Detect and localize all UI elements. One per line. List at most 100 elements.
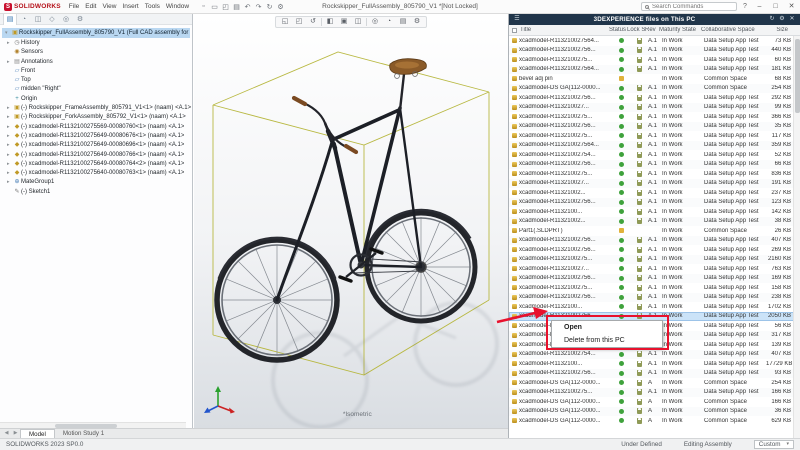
- configurationmanager-tab-icon[interactable]: ◫: [31, 14, 45, 25]
- tab-scroll-right-icon[interactable]: ▶: [11, 429, 20, 438]
- file-row[interactable]: xcadmodel-R11321002756...A.1In WorkData …: [509, 245, 794, 255]
- file-row[interactable]: xcadmodel-R11321002754...A.1In WorkData …: [509, 350, 794, 360]
- view-settings-icon[interactable]: ⚙: [410, 16, 424, 28]
- column-header-status[interactable]: Status: [609, 27, 627, 33]
- tree-item[interactable]: ▸▤Annotations: [0, 58, 192, 67]
- file-row[interactable]: xcadmodel-R1132100...A.1In WorkData Setu…: [509, 359, 794, 369]
- undo-icon[interactable]: ↶: [242, 3, 253, 11]
- column-header-collaborative-space[interactable]: Collaborative Space: [701, 27, 763, 33]
- save-icon[interactable]: ◰: [220, 3, 231, 11]
- column-header-title[interactable]: Title: [520, 27, 609, 33]
- column-header-maturity-state[interactable]: Maturity State: [659, 27, 701, 33]
- open-document-icon[interactable]: ▭: [209, 3, 220, 11]
- file-row[interactable]: xcadmodel-R113210027...A.1In WorkData Se…: [509, 179, 794, 189]
- edit-appearance-icon[interactable]: ◔: [382, 16, 396, 28]
- tree-item[interactable]: ▸⊕MateGroup1: [0, 178, 192, 187]
- dimxpert-tab-icon[interactable]: ◇: [45, 14, 59, 25]
- file-row[interactable]: xcadmodel-R11321002756...A.1In WorkData …: [509, 369, 794, 379]
- close-button[interactable]: ✕: [785, 0, 798, 13]
- help-button[interactable]: ?: [740, 3, 750, 10]
- file-row[interactable]: xcadmodel-DS GA(112-0000...AIn WorkCommo…: [509, 407, 794, 417]
- file-row[interactable]: xcadmodel-R1132100275...A.1In WorkData S…: [509, 112, 794, 122]
- options-icon[interactable]: ⚙: [275, 3, 286, 11]
- search-input[interactable]: [652, 4, 724, 10]
- file-row[interactable]: xcadmodel-R11321002754...A.1In WorkData …: [509, 150, 794, 160]
- redo-icon[interactable]: ↷: [253, 3, 264, 11]
- file-row[interactable]: xcadmodel-DS GA(112-0000...AIn WorkCommo…: [509, 397, 794, 407]
- file-row[interactable]: xcadmodel-R11321002756...A.1In WorkData …: [509, 293, 794, 303]
- previous-view-icon[interactable]: ↺: [306, 16, 320, 28]
- new-document-icon[interactable]: ▫: [198, 3, 209, 11]
- file-row[interactable]: xcadmodel-R11321002756...A.1In WorkData …: [509, 236, 794, 246]
- tree-item[interactable]: ▸◆(-) xcadmodel-R1132100275649-00080676<…: [0, 132, 192, 141]
- view-orientation-icon[interactable]: ▣: [337, 16, 351, 28]
- displaymanager-tab-icon[interactable]: ◎: [59, 14, 73, 25]
- zoom-fit-icon[interactable]: ◱: [278, 16, 292, 28]
- panel-close-icon[interactable]: ✕: [787, 14, 797, 25]
- file-row[interactable]: xcadmodel-R1132100...A.1In WorkData Setu…: [509, 302, 794, 312]
- file-row[interactable]: xcadmodel-R11321002...A.1In WorkData Set…: [509, 217, 794, 227]
- restore-button[interactable]: □: [769, 0, 782, 13]
- menu-tools[interactable]: Tools: [142, 3, 163, 10]
- file-row[interactable]: xcadmodel-R113210027564...A.1In WorkData…: [509, 141, 794, 151]
- tree-item[interactable]: ▸◆(-) xcadmodel-R1132100275649-00080764<…: [0, 160, 192, 169]
- file-row[interactable]: xcadmodel-R1132100275...A.1In WorkData S…: [509, 255, 794, 265]
- file-row[interactable]: xcadmodel-R1132100275...A.1In WorkData S…: [509, 283, 794, 293]
- menu-window[interactable]: Window: [163, 3, 192, 10]
- file-row[interactable]: Part1(.SLDPRT)In WorkCommon Space26 KB: [509, 226, 794, 236]
- hide-show-items-icon[interactable]: ◎: [368, 16, 382, 28]
- context-menu-open[interactable]: Open: [552, 321, 662, 334]
- file-row[interactable]: xcadmodel-R11321002756...A.1In WorkData …: [509, 93, 794, 103]
- select-all-checkbox[interactable]: [512, 28, 517, 33]
- file-row[interactable]: xcadmodel-R113210027...A.1In WorkData Se…: [509, 103, 794, 113]
- tree-item[interactable]: ▸◆(-) xcadmodel-R1132100275649-00080766<…: [0, 151, 192, 160]
- panel-settings-icon[interactable]: ⚙: [777, 14, 787, 25]
- rebuild-icon[interactable]: ↻: [264, 3, 275, 11]
- tree-item[interactable]: ▱midden "Right": [0, 85, 192, 94]
- tab-motion-study[interactable]: Motion Study 1: [55, 429, 112, 438]
- tree-item[interactable]: ▸◆(-) xcadmodel-R1132100275569-00080760<…: [0, 123, 192, 132]
- file-row[interactable]: xcadmodel-R1132100275...A.1In WorkData S…: [509, 131, 794, 141]
- panel-menu-icon[interactable]: ☰: [512, 14, 522, 25]
- bicycle-model[interactable]: [194, 14, 508, 428]
- tree-item[interactable]: ▸◆(-) xcadmodel-R1132100275640-00080763<…: [0, 169, 192, 178]
- file-row[interactable]: xcadmodel-R113210027564...A.1In WorkData…: [509, 36, 794, 46]
- file-row[interactable]: xcadmodel-R11321002756...A.1In WorkData …: [509, 198, 794, 208]
- file-row[interactable]: xcadmodel-DS GA(112-0000...A.1In WorkCom…: [509, 84, 794, 94]
- file-row[interactable]: bevel adj pinIn WorkCommon Space68 KB: [509, 74, 794, 84]
- propertymanager-tab-icon[interactable]: ◔: [17, 14, 31, 25]
- cam-tab-icon[interactable]: ⚙: [73, 14, 87, 25]
- tree-item[interactable]: ▸▣(-) Rockskipper_ForkAssembly_805792_V1…: [0, 113, 192, 122]
- file-row[interactable]: xcadmodel-R1132100275...A.1In WorkData S…: [509, 55, 794, 65]
- file-row[interactable]: xcadmodel-R1132100275...A.1In WorkData S…: [509, 169, 794, 179]
- menu-edit[interactable]: Edit: [82, 3, 99, 10]
- tree-item[interactable]: ✎(-) Sketch1: [0, 188, 192, 197]
- graphics-viewport[interactable]: ◱◰↺◧▣◫◎◔▤⚙: [194, 14, 508, 428]
- minimize-button[interactable]: –: [753, 0, 766, 13]
- command-search[interactable]: [641, 2, 737, 11]
- column-header-lock-st-[interactable]: Lock St...: [627, 27, 645, 33]
- tree-item[interactable]: ▸◆(-) xcadmodel-R1132100275649-00080696<…: [0, 141, 192, 150]
- zoom-area-icon[interactable]: ◰: [292, 16, 306, 28]
- menu-view[interactable]: View: [99, 3, 119, 10]
- print-icon[interactable]: ▤: [231, 3, 242, 11]
- menu-insert[interactable]: Insert: [119, 3, 141, 10]
- display-style-icon[interactable]: ◫: [351, 16, 365, 28]
- file-row[interactable]: xcadmodel-R11321002756...A.1In WorkData …: [509, 46, 794, 56]
- section-view-icon[interactable]: ◧: [323, 16, 337, 28]
- featuremanager-tab-icon[interactable]: ▤: [3, 14, 17, 25]
- file-row[interactable]: xcadmodel-R11321002...A.1In WorkData Set…: [509, 188, 794, 198]
- file-row[interactable]: xcadmodel-R11321002756...A.1In WorkData …: [509, 274, 794, 284]
- file-row[interactable]: xcadmodel-R1132100275...A.1In WorkData S…: [509, 388, 794, 398]
- files-vertical-scrollbar[interactable]: [793, 36, 800, 438]
- tree-item[interactable]: ▱Top: [0, 76, 192, 85]
- tree-item[interactable]: ▸◷History: [0, 39, 192, 48]
- refresh-icon[interactable]: ↻: [767, 14, 777, 25]
- tree-item[interactable]: ◉Sensors: [0, 48, 192, 57]
- column-header-rev[interactable]: Rev: [645, 27, 659, 33]
- file-row[interactable]: xcadmodel-DS GA(112-0000...AIn WorkCommo…: [509, 378, 794, 388]
- assembly-root-item[interactable]: ▾ ▣ Rockskipper_FullAssembly_805790_V1 (…: [2, 28, 190, 38]
- file-row[interactable]: xcadmodel-R113210027564...A.1In WorkData…: [509, 65, 794, 75]
- menu-file[interactable]: File: [66, 3, 82, 10]
- tree-item[interactable]: ▱Front: [0, 67, 192, 76]
